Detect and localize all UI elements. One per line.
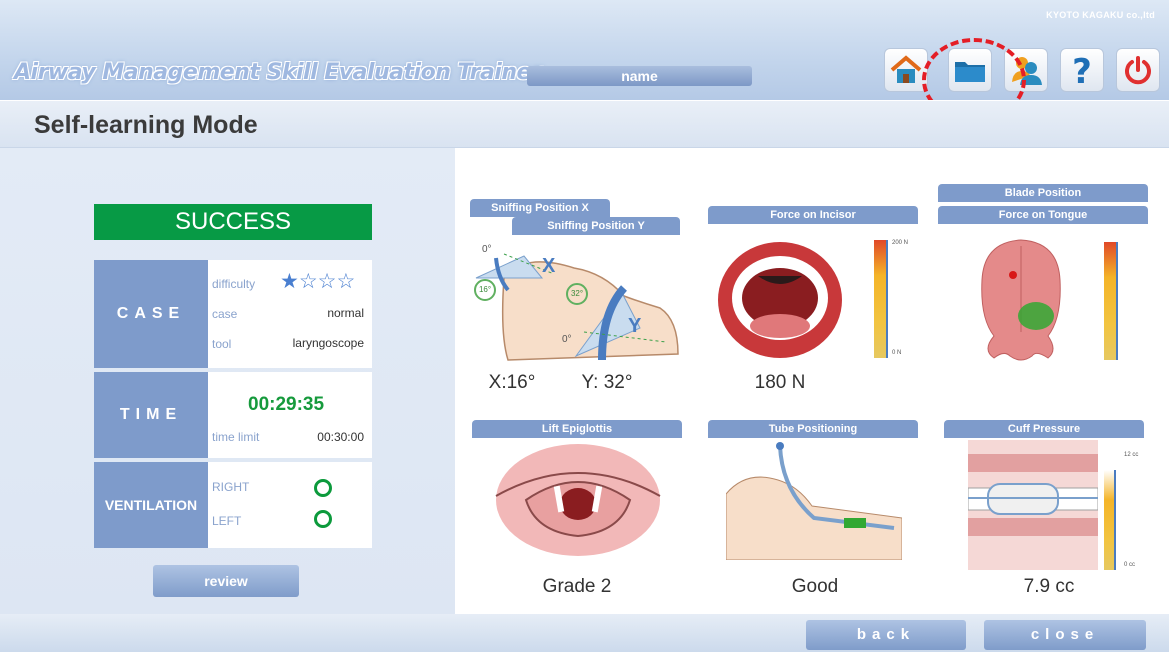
help-button[interactable]: ? xyxy=(1060,48,1104,92)
svg-text:?: ? xyxy=(1072,53,1092,87)
ventilation-label: VENTILATION xyxy=(94,462,208,548)
incisor-gauge-min: 0 N xyxy=(892,350,902,356)
tool-value: laryngoscope xyxy=(292,336,364,350)
lift-epiglottis-tag: Lift Epiglottis xyxy=(472,420,682,438)
force-tongue-tag: Force on Tongue xyxy=(938,206,1148,224)
svg-text:Y: Y xyxy=(628,315,642,337)
time-details: 00:29:35 time limit 00:30:00 xyxy=(208,372,372,458)
brand-label: KYOTO KAGAKU co.,ltd xyxy=(1046,10,1155,20)
zero-angle-x-label: 0° xyxy=(482,244,492,255)
case-key: case xyxy=(212,307,238,321)
sniffing-y-value: Y: 32° xyxy=(581,372,633,393)
time-label: TIME xyxy=(94,372,208,458)
svg-text:X: X xyxy=(542,255,556,277)
help-icon: ? xyxy=(1072,53,1092,87)
user-name-field[interactable]: name xyxy=(527,66,752,86)
folder-icon xyxy=(955,62,985,82)
cuff-gauge-min: 0 cc xyxy=(1124,562,1136,568)
ventilation-details: RIGHT LEFT xyxy=(208,462,372,548)
incisor-gauge-max: 200 N xyxy=(892,240,909,246)
time-limit-key: time limit xyxy=(212,430,260,444)
sniffing-x-angle-label: 16° xyxy=(474,279,496,301)
tube-positioning-diagram xyxy=(726,442,902,560)
force-incisor-tag: Force on Incisor xyxy=(708,206,918,224)
power-icon xyxy=(1125,56,1151,85)
left-lung-key: LEFT xyxy=(212,514,242,528)
open-folder-button[interactable] xyxy=(948,48,992,92)
tongue-diagram xyxy=(981,239,1061,361)
cuff-pressure-value: 7.9 cc xyxy=(1023,576,1075,597)
time-limit-value: 00:30:00 xyxy=(317,430,364,444)
tongue-force-gauge xyxy=(1104,242,1118,360)
tube-positioning-tag: Tube Positioning xyxy=(708,420,918,438)
review-button[interactable]: review xyxy=(153,565,299,597)
blade-position-tag: Blade Position xyxy=(938,184,1148,202)
home-button[interactable] xyxy=(884,48,928,92)
cuff-pressure-tag: Cuff Pressure xyxy=(944,420,1144,438)
sniffing-y-angle-label: 32° xyxy=(566,283,588,305)
epiglottis-diagram xyxy=(495,444,661,556)
left-lung-ok-icon xyxy=(314,510,332,528)
sniffing-y-tag: Sniffing Position Y xyxy=(512,217,680,235)
app-title: Airway Management Skill Evaluation Train… xyxy=(14,60,542,85)
page-title: Self-learning Mode xyxy=(34,111,258,139)
elapsed-time: 00:29:35 xyxy=(248,394,325,415)
cuff-pressure-gauge xyxy=(1104,470,1116,570)
cuff-gauge-max: 12 cc xyxy=(1124,452,1139,458)
power-button[interactable] xyxy=(1116,48,1160,92)
case-value: normal xyxy=(327,306,364,320)
case-details: difficulty ★☆☆☆ case normal tool laryngo… xyxy=(208,260,372,368)
lift-epiglottis-value: Grade 2 xyxy=(542,576,612,597)
tube-positioning-value: Good xyxy=(791,576,839,597)
mouth-incisor-diagram xyxy=(718,242,842,358)
incisor-force-gauge xyxy=(874,240,888,358)
close-button[interactable]: close xyxy=(984,620,1146,650)
right-lung-ok-icon xyxy=(314,479,332,497)
case-label: CASE xyxy=(94,260,208,368)
difficulty-stars: ★☆☆☆ xyxy=(280,270,356,293)
sniffing-x-tag: Sniffing Position X xyxy=(470,199,610,217)
force-incisor-value: 180 N xyxy=(754,372,806,393)
user-button[interactable] xyxy=(1004,48,1048,92)
sniffing-x-value: X:16° xyxy=(488,372,536,393)
home-icon xyxy=(890,55,922,83)
back-button[interactable]: back xyxy=(806,620,966,650)
zero-angle-y-label: 0° xyxy=(562,334,572,345)
user-icon xyxy=(1012,57,1042,85)
difficulty-key: difficulty xyxy=(212,277,256,291)
tool-key: tool xyxy=(212,337,232,351)
right-lung-key: RIGHT xyxy=(212,480,250,494)
cuff-pressure-diagram xyxy=(968,440,1098,570)
status-badge: SUCCESS xyxy=(94,204,372,240)
